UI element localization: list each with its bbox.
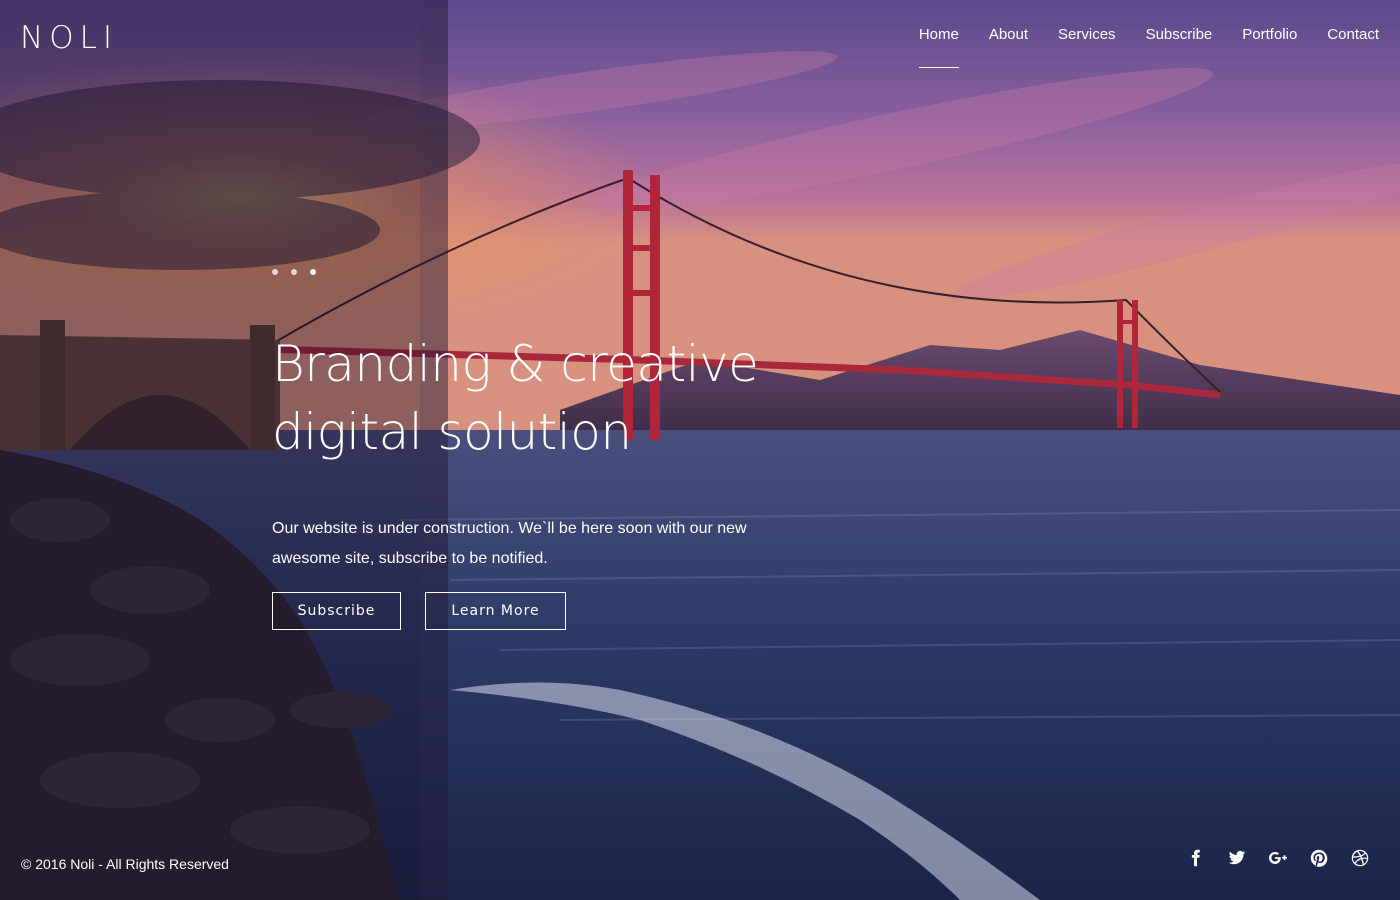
pinterest-icon[interactable] [1309, 848, 1329, 868]
slider-dot-1[interactable] [272, 269, 278, 275]
hero-lead-text: Our website is under construction. We`ll… [272, 520, 747, 567]
subscribe-button[interactable]: Subscribe [272, 592, 401, 630]
slider-dot-3[interactable] [310, 269, 316, 275]
social-links [1186, 848, 1370, 868]
hero-headline-line1: Branding & creative [272, 335, 759, 393]
twitter-icon[interactable] [1227, 848, 1247, 868]
main-nav: Home About Services Subscribe Portfolio … [918, 24, 1379, 68]
logo[interactable]: NOLI [20, 20, 118, 56]
nav-contact[interactable]: Contact [1327, 24, 1379, 68]
copyright-text: © 2016 Noli - All Rights Reserved [21, 856, 229, 872]
google-plus-icon[interactable] [1268, 848, 1288, 868]
hero-headline: Branding & creative digital solution [272, 330, 832, 466]
nav-about[interactable]: About [989, 24, 1028, 68]
nav-home[interactable]: Home [918, 24, 959, 68]
slider-dots [272, 269, 316, 275]
slider-dot-2[interactable] [291, 269, 297, 275]
nav-subscribe[interactable]: Subscribe [1146, 24, 1213, 68]
hero-headline-line2: digital solution [272, 403, 632, 461]
nav-portfolio[interactable]: Portfolio [1242, 24, 1297, 68]
nav-services[interactable]: Services [1058, 24, 1116, 68]
dribbble-icon[interactable] [1350, 848, 1370, 868]
learn-more-button[interactable]: Learn More [425, 592, 566, 630]
facebook-icon[interactable] [1186, 848, 1206, 868]
